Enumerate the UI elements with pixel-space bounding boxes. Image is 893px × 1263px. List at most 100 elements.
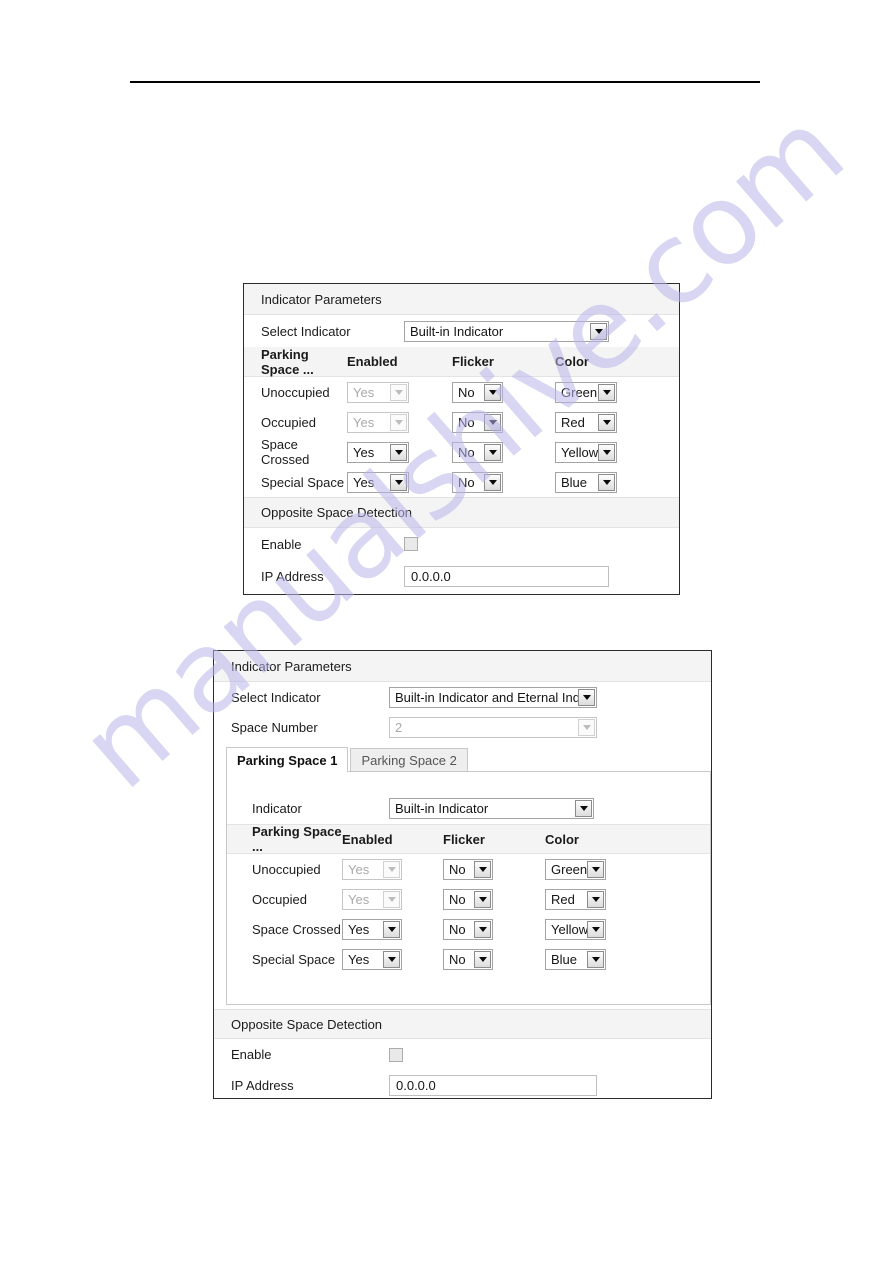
chevron-down-icon: [587, 890, 604, 908]
select-indicator-dropdown-2[interactable]: Built-in Indicator and Eternal Indi: [389, 686, 597, 708]
chevron-down-icon: [383, 950, 400, 968]
row-label: Space Crossed: [261, 437, 310, 467]
row-label: Occupied: [261, 414, 316, 430]
flicker-dropdown[interactable]: No: [452, 411, 503, 433]
chevron-down-icon: [587, 950, 604, 968]
color-dropdown[interactable]: Red: [545, 888, 606, 910]
select-indicator-dropdown[interactable]: Built-in Indicator: [404, 320, 609, 342]
indicator-value: Built-in Indicator: [395, 800, 489, 816]
flicker-value: No: [458, 474, 475, 490]
indicator-parameters-panel-single: Indicator Parameters Select Indicator Bu…: [243, 283, 680, 595]
flicker-dropdown[interactable]: No: [443, 888, 493, 910]
flicker-dropdown[interactable]: No: [443, 948, 493, 970]
column-header-flicker-2: Flicker: [443, 831, 485, 847]
select-indicator-value-2: Built-in Indicator and Eternal Indi: [395, 689, 578, 705]
section-title-text: Indicator Parameters: [261, 291, 382, 307]
table-row: Space Crossed Yes No Yellow: [244, 437, 679, 467]
section-header-opposite-space-detection-2: Opposite Space Detection: [214, 1009, 711, 1039]
chevron-down-icon: [587, 920, 604, 938]
indicator-parameters-panel-multi: Indicator Parameters Select Indicator Bu…: [213, 650, 712, 1099]
tab-parking-space-1[interactable]: Parking Space 1: [226, 747, 349, 772]
select-indicator-row: Select Indicator Built-in Indicator: [244, 315, 679, 347]
enabled-value: Yes: [353, 384, 375, 400]
color-dropdown[interactable]: Green: [545, 858, 606, 880]
select-indicator-label-2: Select Indicator: [231, 689, 321, 705]
opposite-ip-address-input[interactable]: 0.0.0.0: [404, 565, 609, 587]
chevron-down-icon: [590, 322, 607, 340]
column-header-flicker: Flicker: [452, 354, 494, 369]
chevron-down-icon: [598, 413, 615, 431]
opposite-enable-checkbox-2[interactable]: [389, 1047, 403, 1062]
select-indicator-label: Select Indicator: [261, 323, 351, 339]
parking-space-1-tabpanel: Indicator Built-in Indicator Parking Spa…: [226, 771, 711, 1005]
table-row: Special Space Yes No Blue: [227, 944, 710, 974]
chevron-down-icon: [390, 443, 407, 461]
table-header-row: Parking Space ... Enabled Flicker Color: [244, 347, 679, 377]
chevron-down-icon: [578, 718, 595, 736]
flicker-dropdown[interactable]: No: [452, 441, 503, 463]
column-header-parking-space-2: Parking Space ...: [252, 824, 342, 854]
space-number-value: 2: [395, 719, 403, 735]
table-row: Unoccupied Yes No Green: [244, 377, 679, 407]
section-title-text-2: Indicator Parameters: [231, 658, 352, 674]
flicker-dropdown[interactable]: No: [443, 858, 493, 880]
color-value: Green: [561, 384, 598, 400]
enabled-dropdown[interactable]: Yes: [342, 918, 402, 940]
opposite-section-title-text-2: Opposite Space Detection: [231, 1016, 383, 1032]
opposite-enable-row: Enable: [244, 528, 679, 560]
tab-parking-space-1-label: Parking Space 1: [237, 752, 338, 768]
column-header-color: Color: [555, 354, 589, 369]
section-header-indicator-parameters: Indicator Parameters: [244, 284, 679, 315]
color-dropdown[interactable]: Yellow: [545, 918, 606, 940]
color-dropdown[interactable]: Green: [555, 381, 617, 403]
indicator-row: Indicator Built-in Indicator: [227, 792, 710, 824]
chevron-down-icon: [474, 890, 491, 908]
color-dropdown[interactable]: Red: [555, 411, 617, 433]
chevron-down-icon: [390, 473, 407, 491]
color-dropdown[interactable]: Yellow: [555, 441, 617, 463]
flicker-value: No: [458, 414, 475, 430]
enabled-value: Yes: [353, 474, 375, 490]
section-header-opposite-space-detection: Opposite Space Detection: [244, 497, 679, 528]
row-label: Space Crossed: [252, 921, 341, 937]
flicker-dropdown[interactable]: No: [452, 381, 503, 403]
flicker-dropdown[interactable]: No: [443, 918, 493, 940]
color-dropdown[interactable]: Blue: [545, 948, 606, 970]
enabled-dropdown: Yes: [347, 411, 409, 433]
indicator-dropdown[interactable]: Built-in Indicator: [389, 797, 594, 819]
chevron-down-icon: [484, 383, 501, 401]
enabled-dropdown[interactable]: Yes: [347, 441, 409, 463]
opposite-ip-address-row-2: IP Address 0.0.0.0: [214, 1070, 711, 1100]
column-header-color-2: Color: [545, 831, 579, 847]
color-dropdown[interactable]: Blue: [555, 471, 617, 493]
enabled-value: Yes: [353, 444, 375, 460]
opposite-ip-address-label-2: IP Address: [231, 1077, 294, 1093]
flicker-dropdown[interactable]: No: [452, 471, 503, 493]
column-header-enabled-2: Enabled: [342, 831, 393, 847]
color-value: Red: [551, 891, 575, 907]
parking-space-tabstrip: Parking Space 1 Parking Space 2: [226, 747, 468, 772]
color-value: Blue: [561, 474, 588, 490]
enabled-value: Yes: [348, 921, 370, 937]
color-value: Yellow: [561, 444, 598, 460]
opposite-enable-label: Enable: [261, 536, 302, 552]
row-label: Occupied: [252, 891, 307, 907]
chevron-down-icon: [383, 920, 400, 938]
opposite-ip-address-input-2[interactable]: 0.0.0.0: [389, 1074, 597, 1096]
flicker-value: No: [449, 891, 466, 907]
space-number-dropdown[interactable]: 2: [389, 716, 597, 738]
tab-parking-space-2[interactable]: Parking Space 2: [350, 748, 468, 772]
section-header-indicator-parameters-2: Indicator Parameters: [214, 651, 711, 682]
chevron-down-icon: [474, 950, 491, 968]
select-indicator-row-2: Select Indicator Built-in Indicator and …: [214, 682, 711, 712]
flicker-value: No: [449, 861, 466, 877]
table-row: Occupied Yes No Red: [227, 884, 710, 914]
enabled-dropdown[interactable]: Yes: [342, 948, 402, 970]
column-header-enabled: Enabled: [347, 354, 398, 369]
enabled-dropdown[interactable]: Yes: [347, 471, 409, 493]
opposite-enable-label-2: Enable: [231, 1047, 272, 1062]
opposite-enable-checkbox[interactable]: [404, 537, 418, 551]
chevron-down-icon: [587, 860, 604, 878]
color-value: Yellow: [551, 921, 587, 937]
enabled-value: Yes: [348, 891, 370, 907]
